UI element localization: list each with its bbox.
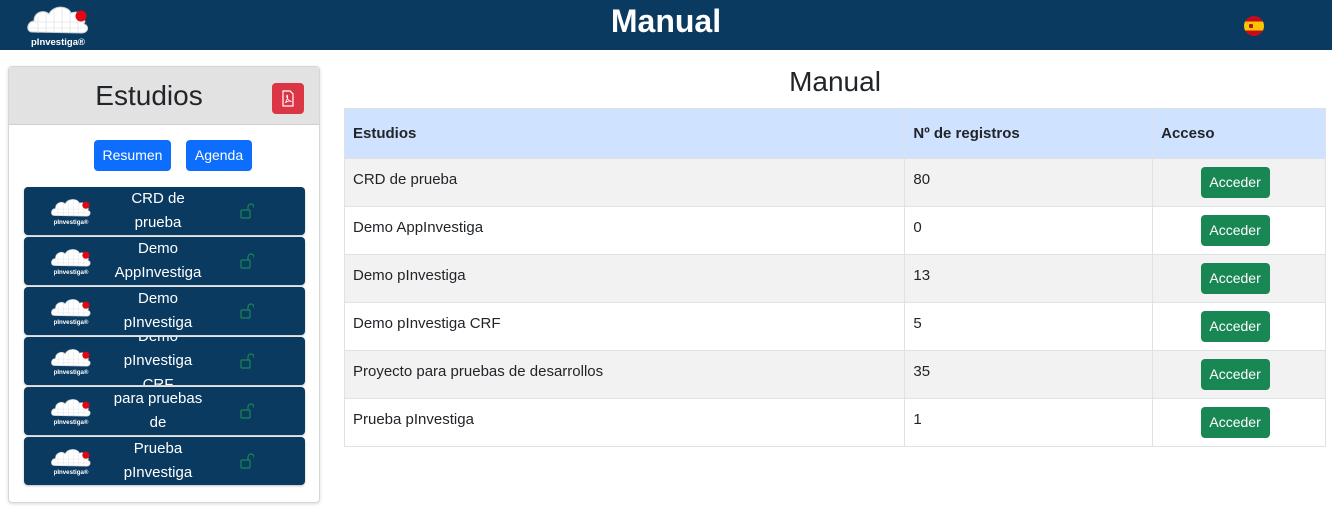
sidebar-item-prueba-pinvestiga[interactable]: Prueba pInvestiga [24, 437, 305, 485]
study-item-line: prueba [134, 214, 182, 231]
cell-estudio: Proyecto para pruebas de desarrollos [343, 350, 906, 399]
pinvestiga-logo-icon [49, 442, 93, 480]
pinvestiga-logo-icon [49, 392, 93, 430]
sidebar-item-proyecto-pruebas[interactable]: para pruebas de [24, 387, 305, 435]
acceder-button[interactable]: Acceder [1200, 359, 1270, 390]
acceder-button[interactable]: Acceder [1200, 167, 1270, 198]
study-item-line: para pruebas [113, 390, 203, 407]
study-item-line: Demo [137, 290, 178, 307]
table-row: Proyecto para pruebas de desarrollos 35 … [343, 350, 1326, 399]
cell-acceso: Acceder [1152, 398, 1326, 447]
page-header-title: Manual [610, 3, 722, 39]
unlock-icon [240, 403, 254, 419]
study-item-line: de [149, 414, 167, 431]
study-item-line: Prueba [133, 440, 183, 457]
acceder-button[interactable]: Acceder [1200, 407, 1270, 438]
study-list: CRD de prueba Demo AppInvestiga Demo pIn… [24, 187, 306, 487]
page-title: Manual [789, 66, 881, 97]
cell-registros: 13 [904, 254, 1154, 303]
unlock-icon [240, 203, 254, 219]
cell-registros: 5 [904, 302, 1154, 351]
study-item-line: pInvestiga [123, 464, 193, 481]
pinvestiga-logo-icon [49, 292, 93, 330]
sidebar-item-demo-pinvestiga-crf[interactable]: Demo pInvestiga CRF [24, 337, 305, 385]
study-item-line: Demo [137, 240, 178, 257]
top-navbar: Manual [0, 0, 1332, 50]
study-item-line: pInvestiga [123, 352, 193, 369]
cell-estudio: Demo pInvestiga CRF [343, 302, 906, 351]
study-item-label: Prueba pInvestiga [108, 437, 208, 485]
column-header-registros: Nº de registros [904, 108, 1154, 159]
acceder-button[interactable]: Acceder [1200, 311, 1270, 342]
pdf-download-button[interactable] [272, 83, 304, 114]
cell-acceso: Acceder [1152, 302, 1326, 351]
sidebar-item-crd-de-prueba[interactable]: CRD de prueba [24, 187, 305, 235]
table-row: Demo AppInvestiga 0 Acceder [343, 206, 1326, 255]
studies-sidebar: Estudios Resumen Agenda CRD de prueba De [8, 66, 320, 503]
study-item-label: Demo AppInvestiga [108, 237, 208, 285]
cell-acceso: Acceder [1152, 206, 1326, 255]
cell-estudio: Prueba pInvestiga [343, 398, 906, 447]
table-row: Demo pInvestiga 13 Acceder [343, 254, 1326, 303]
cell-registros: 80 [904, 158, 1154, 207]
unlock-icon [240, 353, 254, 369]
table-row: Prueba pInvestiga 1 Acceder [343, 398, 1326, 447]
column-header-acceso: Acceso [1152, 108, 1326, 159]
cell-acceso: Acceder [1152, 350, 1326, 399]
study-item-line: CRD de [131, 190, 185, 207]
acceder-button[interactable]: Acceder [1200, 263, 1270, 294]
study-item-label: CRD de prueba [108, 187, 208, 235]
study-item-label: para pruebas de [108, 387, 208, 435]
cell-registros: 35 [904, 350, 1154, 399]
sidebar-title: Estudios [95, 80, 203, 111]
cell-estudio: CRD de prueba [343, 158, 906, 207]
cell-registros: 1 [904, 398, 1154, 447]
table-row: CRD de prueba 80 Acceder [343, 158, 1326, 207]
study-item-label: Demo pInvestiga [108, 287, 208, 335]
table-header-row: Estudios Nº de registros Acceso [343, 108, 1326, 159]
sidebar-item-demo-pinvestiga[interactable]: Demo pInvestiga [24, 287, 305, 335]
cell-estudio: Demo pInvestiga [343, 254, 906, 303]
study-item-line: pInvestiga [123, 314, 193, 331]
unlock-icon [240, 303, 254, 319]
pinvestiga-logo-icon [49, 342, 93, 380]
cell-acceso: Acceder [1152, 158, 1326, 207]
unlock-icon [240, 453, 254, 469]
resumen-button[interactable]: Resumen [94, 140, 171, 171]
file-pdf-icon [282, 90, 294, 107]
pinvestiga-logo-icon [49, 242, 93, 280]
unlock-icon [240, 253, 254, 269]
cell-registros: 0 [904, 206, 1154, 255]
sidebar-header: Estudios [9, 67, 319, 125]
spain-flag-icon[interactable] [1244, 16, 1264, 36]
table-row: Demo pInvestiga CRF 5 Acceder [343, 302, 1326, 351]
study-item-line: AppInvestiga [114, 264, 202, 281]
study-item-line: CRF [142, 376, 174, 385]
agenda-button[interactable]: Agenda [186, 140, 252, 171]
study-item-label: Demo pInvestiga CRF [108, 337, 208, 385]
cell-acceso: Acceder [1152, 254, 1326, 303]
pinvestiga-logo-icon [49, 192, 93, 230]
column-header-estudios: Estudios [343, 108, 906, 159]
cell-estudio: Demo AppInvestiga [343, 206, 906, 255]
sidebar-item-demo-appinvestiga[interactable]: Demo AppInvestiga [24, 237, 305, 285]
studies-table: Estudios Nº de registros Acceso CRD de p… [343, 108, 1326, 447]
acceder-button[interactable]: Acceder [1200, 215, 1270, 246]
study-item-line: Demo [124, 337, 192, 349]
